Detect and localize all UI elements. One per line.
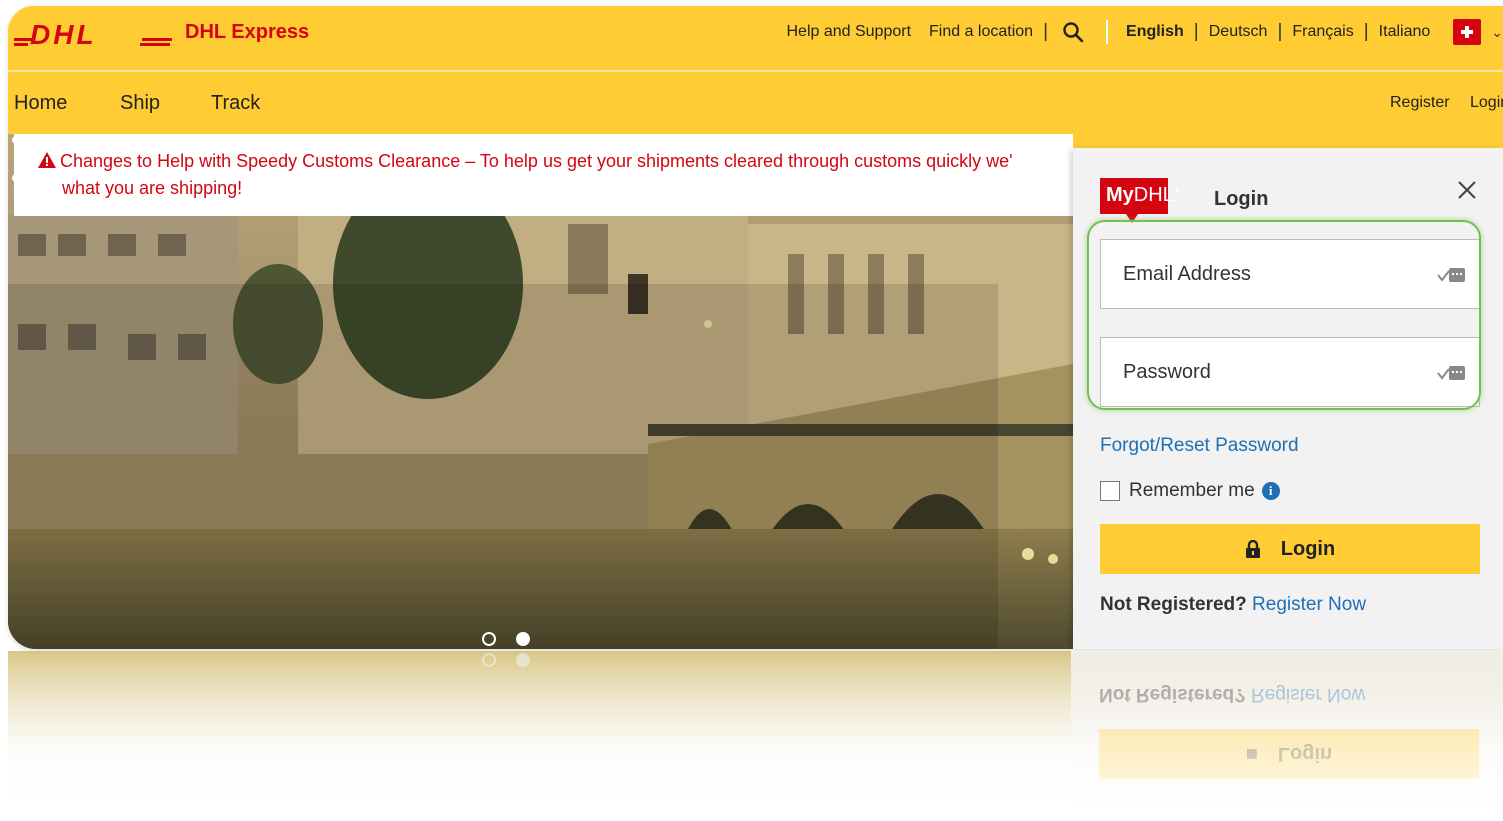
nav-home[interactable]: Home — [14, 92, 67, 115]
language-deutsch[interactable]: Deutsch — [1200, 23, 1277, 41]
remember-me-label[interactable]: Remember me — [1129, 480, 1255, 502]
language-english[interactable]: English — [1117, 23, 1193, 41]
carousel-dots — [482, 632, 530, 646]
find-location-link[interactable]: Find a location — [920, 23, 1042, 41]
search-icon[interactable] — [1061, 20, 1085, 44]
info-icon[interactable]: i — [1261, 482, 1280, 500]
login-button-label: Login — [1280, 537, 1336, 560]
reflection-fade — [8, 651, 1503, 821]
separator: | — [1277, 21, 1283, 42]
login-title: Login — [1214, 188, 1269, 210]
customs-alert-banner[interactable]: Changes to Help with Speedy Customs Clea… — [14, 134, 1073, 216]
chevron-down-icon[interactable]: ⌄ — [1491, 24, 1503, 41]
help-support-link[interactable]: Help and Support — [777, 23, 920, 41]
lock-icon — [1245, 540, 1260, 558]
highlight-ring — [1087, 220, 1481, 410]
badge-plus: + — [1173, 184, 1181, 197]
alert-text-1: Changes to Help with Speedy Customs Clea… — [60, 151, 1013, 171]
alert-text-2: what you are shipping! — [62, 178, 243, 198]
top-bar: DHL DHL Express Help and Support Find a … — [8, 6, 1503, 72]
svg-text:DHL: DHL — [30, 22, 97, 48]
remember-me: Remember me i — [1100, 480, 1280, 502]
login-panel: MyDHL+ Login Email Address Forgot/Reset … — [1073, 148, 1503, 649]
nav-track[interactable]: Track — [211, 92, 260, 115]
brand-name: DHL Express — [185, 21, 310, 43]
browser-page: DHL DHL Express Help and Support Find a … — [8, 6, 1503, 649]
alert-line-1: Changes to Help with Speedy Customs Clea… — [38, 148, 1073, 175]
separator: | — [1043, 21, 1049, 42]
forgot-password-link[interactable]: Forgot/Reset Password — [1100, 435, 1299, 457]
register-now-link[interactable]: Register Now — [1252, 594, 1366, 615]
separator: | — [1193, 21, 1199, 42]
screenshot-stage: DHL DHL Express Help and Support Find a … — [0, 0, 1503, 821]
divider — [1106, 20, 1109, 44]
language-italiano[interactable]: Italiano — [1370, 23, 1440, 41]
swiss-flag-icon[interactable] — [1453, 19, 1482, 45]
page-reflection: Not Registered? Register Now ■ Login — [8, 651, 1503, 821]
carousel-dot-1[interactable] — [482, 632, 496, 646]
badge-my: My — [1106, 184, 1134, 206]
nav-ship[interactable]: Ship — [120, 92, 160, 115]
utility-nav: Help and Support Find a location | Engli… — [777, 19, 1503, 45]
carousel-dot-2[interactable] — [516, 632, 530, 646]
mydhl-badge: MyDHL+ — [1100, 178, 1180, 223]
main-nav: Home Ship Track Register Login — [8, 74, 1503, 134]
nav-login[interactable]: Login — [1470, 94, 1503, 112]
dhl-logo[interactable]: DHL — [14, 22, 174, 48]
separator: | — [1363, 21, 1369, 42]
not-registered-label: Not Registered? — [1100, 594, 1247, 615]
not-registered: Not Registered? Register Now — [1100, 594, 1366, 616]
language-francais[interactable]: Français — [1283, 23, 1362, 41]
nav-register[interactable]: Register — [1390, 94, 1450, 112]
close-icon[interactable] — [1457, 180, 1477, 200]
warning-icon — [38, 152, 56, 168]
login-button[interactable]: Login — [1100, 524, 1480, 574]
remember-me-checkbox[interactable] — [1100, 481, 1120, 501]
badge-dhl: DHL — [1133, 184, 1174, 206]
